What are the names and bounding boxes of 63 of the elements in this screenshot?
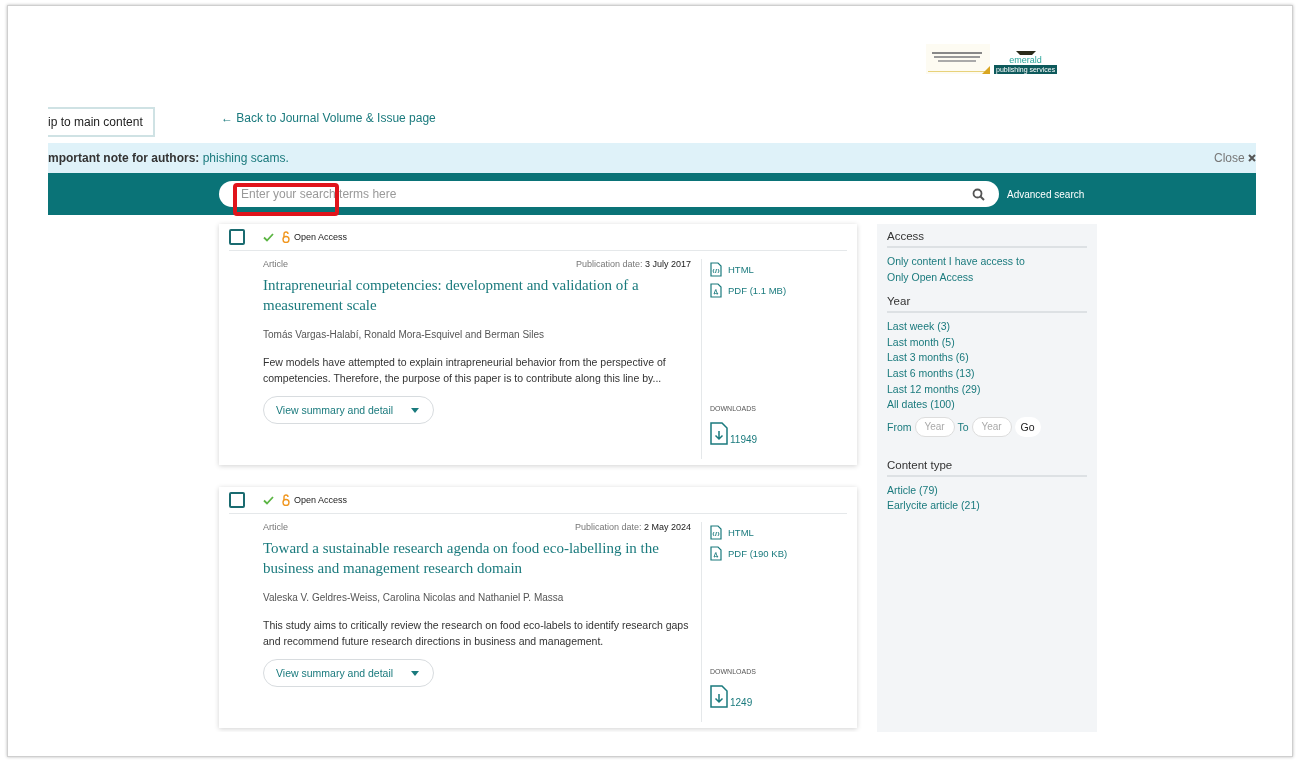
open-lock-icon xyxy=(282,494,290,506)
article-abstract: This study aims to critically review the research on food eco-labels to identify research gaps and recommend future research directions in business and management. xyxy=(263,618,690,649)
filter-link[interactable]: Article (79) xyxy=(887,482,1087,499)
content-type: Article xyxy=(263,259,288,269)
downloads-count: 11949 xyxy=(730,434,758,445)
access-label: Open Access xyxy=(294,232,348,242)
article-authors: Tomás Vargas-Halabí, Ronald Mora-Esquivel and Berman Siles xyxy=(263,329,546,340)
article-abstract: Few models have attempted to explain intrapreneurial behavior from the perspective of competencies. Therefore, the purpose of this paper is to contribute along this line by... xyxy=(263,355,667,386)
check-icon xyxy=(263,495,274,505)
checkbox[interactable] xyxy=(229,229,245,245)
pdf-file-icon xyxy=(710,546,722,561)
download-icon xyxy=(710,422,728,445)
article-title[interactable]: Toward a sustainable research agenda on food eco-labelling in the business and management research domain xyxy=(263,538,691,578)
summary-button[interactable]: View summary and detail xyxy=(263,659,435,687)
code-file-icon xyxy=(710,525,722,540)
filter-link[interactable]: Last 12 months (29) xyxy=(887,381,1087,398)
filter-link[interactable]: Last week (3) xyxy=(887,319,1087,335)
downloads-count: 1249 xyxy=(730,697,753,708)
from-label: From xyxy=(887,420,912,433)
publication-date: Publication date: 3 July 2017 xyxy=(575,259,691,269)
filter-link[interactable]: Only content I have access to xyxy=(887,254,1087,270)
publication-date: Publication date: 2 May 2024 xyxy=(574,522,691,532)
crest-icon xyxy=(1014,50,1037,56)
summary-button[interactable]: View summary and detail xyxy=(263,396,435,424)
filter-heading: Year xyxy=(887,295,1087,314)
format-link[interactable]: HTML xyxy=(710,522,847,543)
phishing-link[interactable]: phishing scams. xyxy=(202,151,289,165)
search-icon[interactable] xyxy=(972,188,985,201)
checkbox[interactable] xyxy=(229,492,245,508)
code-file-icon xyxy=(710,262,722,277)
filter-link[interactable]: Last 6 months (13) xyxy=(887,365,1087,382)
caret-icon xyxy=(411,670,420,676)
search-field[interactable]: Enter your search terms here xyxy=(219,181,999,207)
filter-link[interactable]: All dates (100) xyxy=(887,397,1087,413)
to-label: To xyxy=(957,420,969,433)
filter-link[interactable]: Only Open Access xyxy=(887,269,1087,286)
article-title[interactable]: Intrapreneurial competencies: development and validation of a measurement scale xyxy=(263,275,691,315)
format-link[interactable]: HTML xyxy=(710,259,847,280)
year-field[interactable]: Year xyxy=(971,416,1012,437)
format-link[interactable]: PDF (1.1 MB) xyxy=(710,280,847,301)
access-label: Open Access xyxy=(294,495,348,505)
content-type: Article xyxy=(263,522,288,532)
logo-name: emerald xyxy=(1009,56,1042,65)
filter-link[interactable]: Earlycite article (21) xyxy=(887,498,1087,514)
advanced-search-link[interactable]: Advanced search xyxy=(1007,188,1085,200)
format-link[interactable]: PDF (190 KB) xyxy=(710,543,847,564)
notice-text: mportant note for authors: phishing scams. xyxy=(48,151,289,165)
caret-icon xyxy=(411,407,420,413)
close-button[interactable]: Close xyxy=(1214,151,1256,165)
close-icon[interactable] xyxy=(1248,154,1256,162)
download-icon xyxy=(710,685,728,708)
check-icon xyxy=(263,232,274,242)
filter-link[interactable]: Last 3 months (6) xyxy=(887,350,1087,366)
skip-link[interactable]: ip to main content xyxy=(48,106,155,137)
filter-heading: Access xyxy=(887,230,1087,248)
open-lock-icon xyxy=(282,231,290,243)
filter-link[interactable]: Last month (5) xyxy=(887,334,1087,351)
go-button[interactable]: Go xyxy=(1014,416,1041,437)
year-field[interactable]: Year xyxy=(914,416,955,437)
back-link[interactable]: ← Back to Journal Volume & Issue page xyxy=(221,110,436,125)
filter-heading: Content type xyxy=(887,458,1087,477)
article-authors: Valeska V. Geldres-Weiss, Carolina Nicolas and Nathaniel P. Massa xyxy=(263,592,565,603)
pdf-file-icon xyxy=(710,283,722,298)
